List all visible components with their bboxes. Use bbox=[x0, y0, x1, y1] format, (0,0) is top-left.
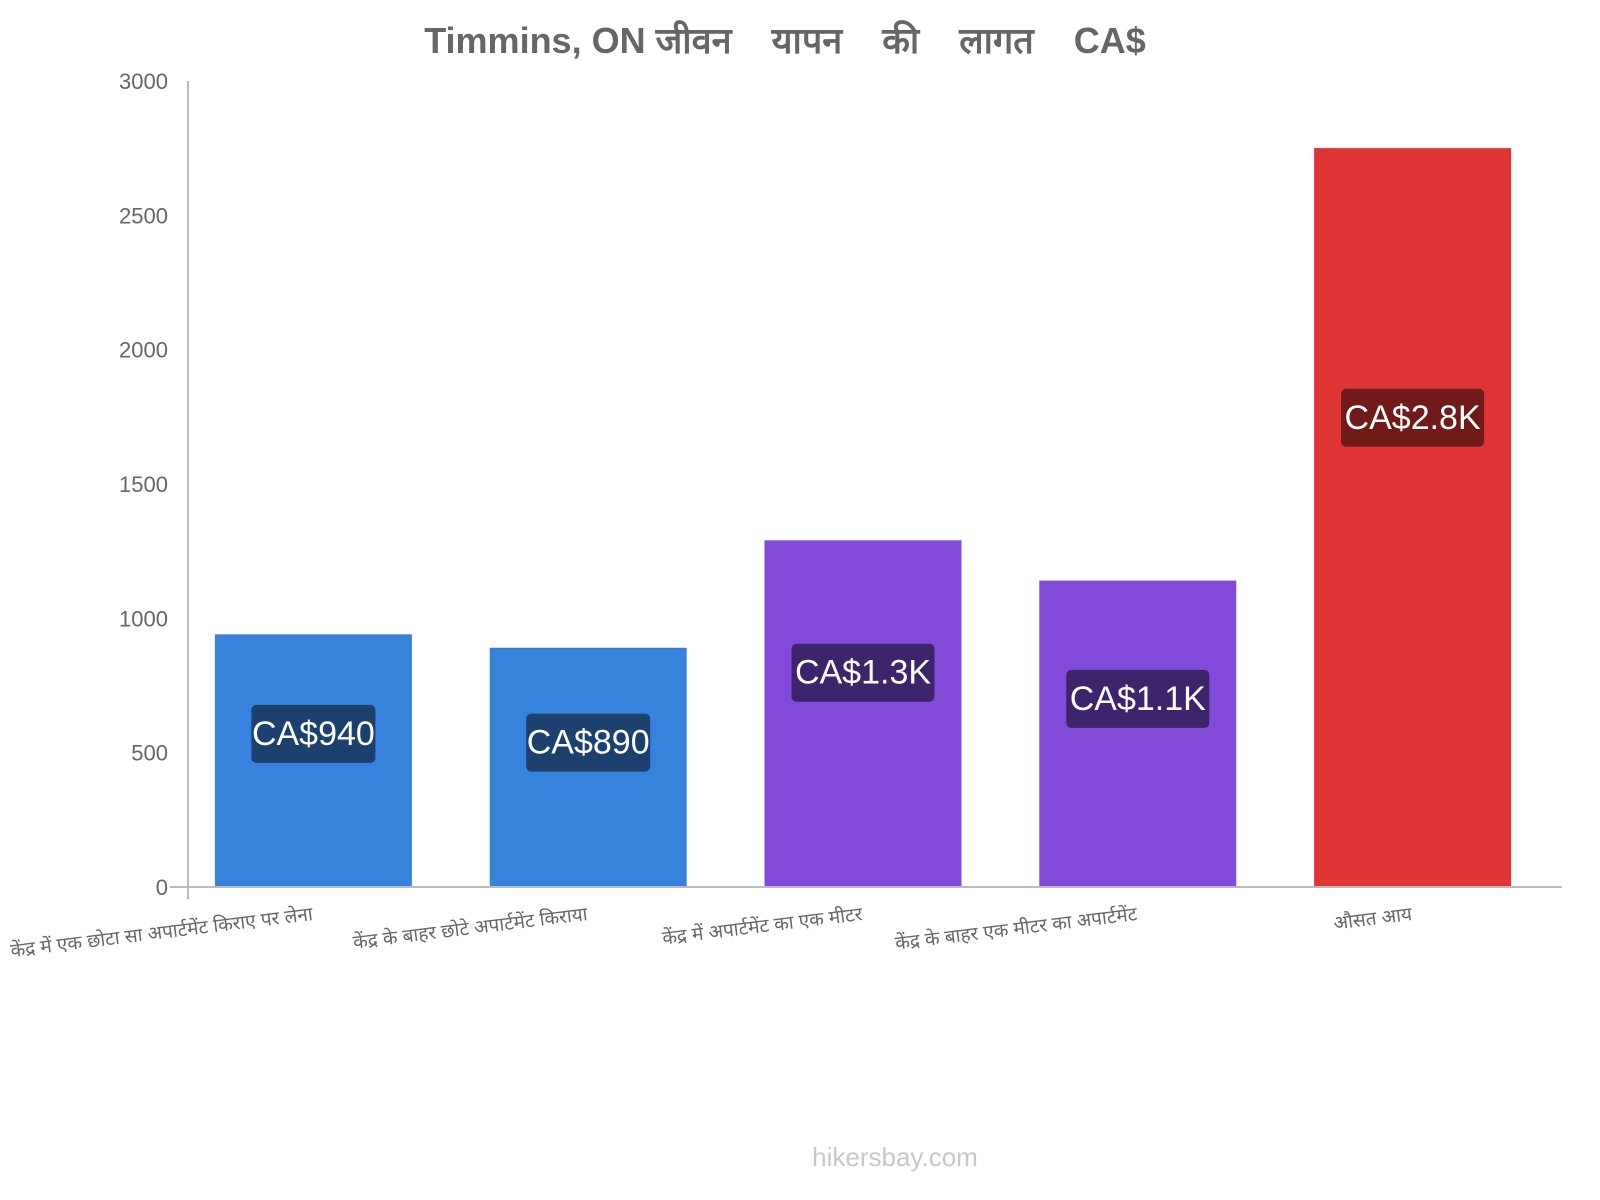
watermark: hikersbay.com bbox=[812, 1142, 978, 1172]
chart-title: Timmins, ON जीवन यापन की लागत CA$ bbox=[424, 20, 1146, 61]
x-tick-label: केंद्र के बाहर एक मीटर का अपार्टमेंट bbox=[894, 902, 1139, 955]
x-tick-label: केंद्र में अपार्टमेंट का एक मीटर bbox=[661, 902, 865, 950]
x-axis: केंद्र में एक छोटा सा अपार्टमेंट किराए प… bbox=[9, 886, 1562, 962]
data-label: CA$890 bbox=[527, 724, 650, 762]
data-label: CA$1.3K bbox=[795, 654, 931, 692]
y-tick-label: 0 bbox=[156, 875, 168, 900]
y-tick-label: 1000 bbox=[119, 606, 168, 631]
data-label: CA$1.1K bbox=[1070, 680, 1206, 718]
x-tick-label: केंद्र के बाहर छोटे अपार्टमेंट किराया bbox=[352, 902, 590, 954]
x-tick-label: औसत आय bbox=[1332, 902, 1414, 935]
bar bbox=[1039, 580, 1237, 887]
bar bbox=[1314, 148, 1512, 887]
y-tick-label: 3000 bbox=[119, 69, 168, 94]
y-axis: 0 500 1000 1500 2000 2500 3000 bbox=[119, 69, 189, 900]
y-tick-label: 500 bbox=[131, 741, 168, 766]
data-label: CA$2.8K bbox=[1345, 399, 1481, 437]
data-label: CA$940 bbox=[252, 715, 375, 753]
bar bbox=[764, 540, 962, 887]
bars: CA$940 CA$890 CA$1.3K CA$1.1K CA$2.8K bbox=[214, 147, 1512, 887]
y-tick-label: 2500 bbox=[119, 203, 168, 228]
bar-chart: Timmins, ON जीवन यापन की लागत CA$ 0 500 10… bbox=[9, 20, 1562, 962]
y-tick-label: 2000 bbox=[119, 338, 168, 363]
y-tick-label: 1500 bbox=[119, 472, 168, 497]
x-tick-label: केंद्र में एक छोटा सा अपार्टमेंट किराए प… bbox=[9, 902, 315, 962]
